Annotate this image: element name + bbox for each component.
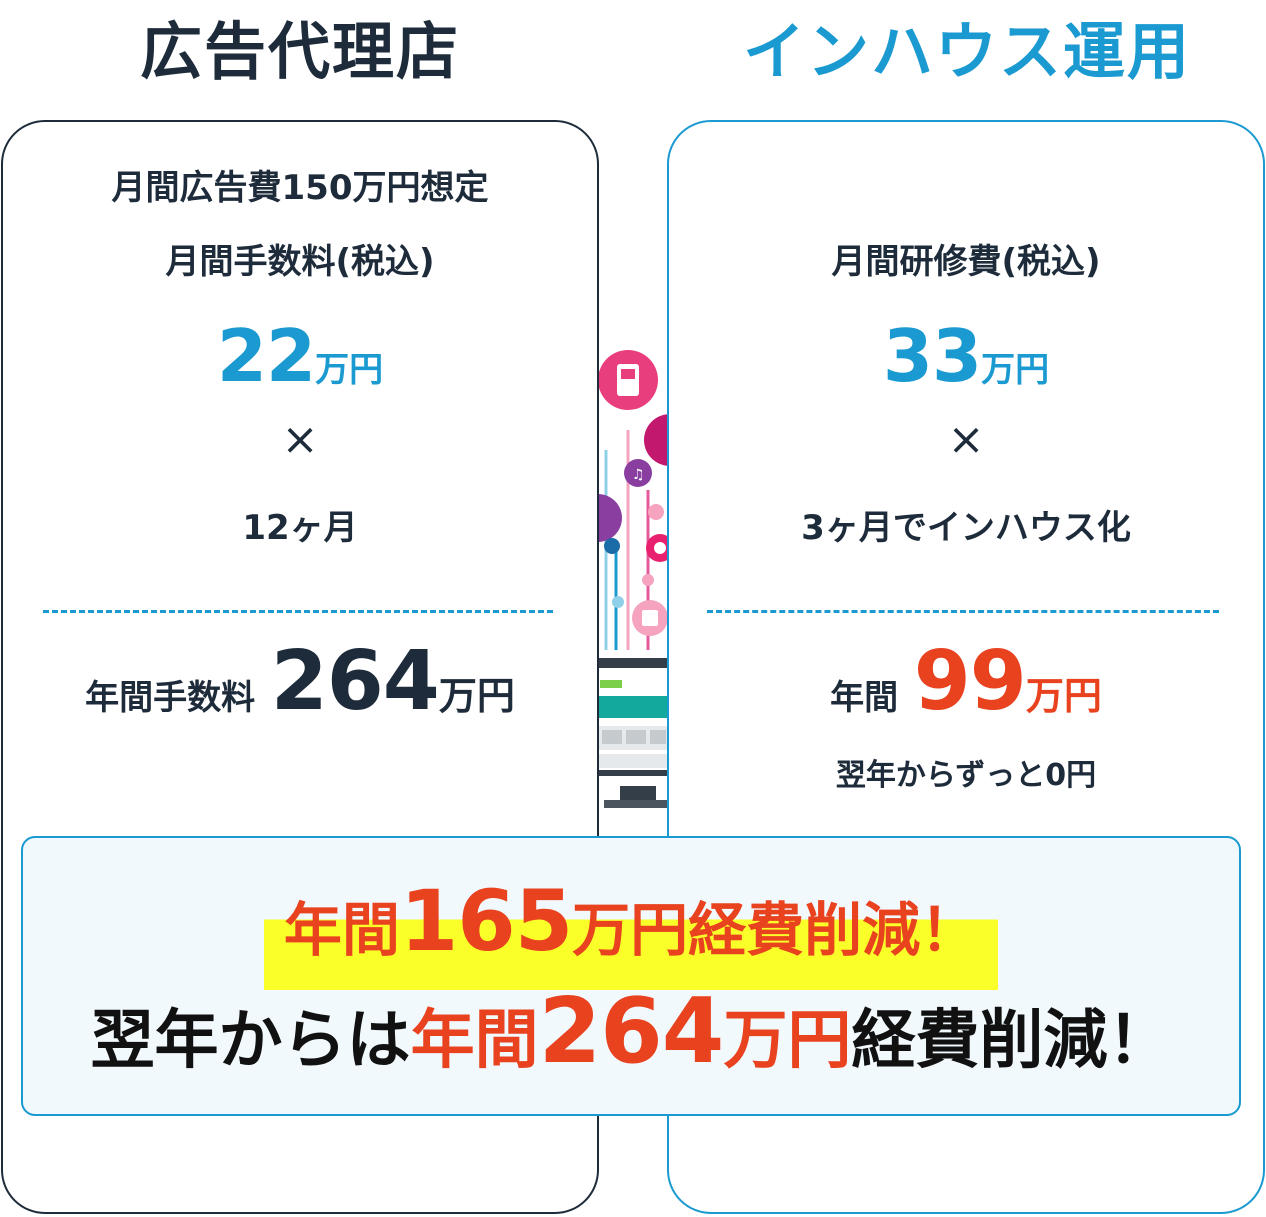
savings-line-1: 年間165万円経費削減！ xyxy=(23,876,1239,990)
savings-line-2-red-prefix: 年間 xyxy=(410,1004,539,1078)
svg-text:♫: ♫ xyxy=(632,467,645,483)
agency-annual-label: 年間手数料 xyxy=(85,678,256,718)
inhouse-note: 翌年からずっと0円 xyxy=(835,758,1097,793)
savings-highlight: 年間165万円経費削減！ xyxy=(263,876,999,990)
inhouse-annual-label: 年間 xyxy=(830,678,899,718)
inhouse-annual-unit: 万円 xyxy=(1025,674,1102,718)
savings-line-2-suffix: 経費削減！ xyxy=(851,1004,1172,1078)
agency-monthly-fee-label: 月間手数料(税込) xyxy=(165,242,435,282)
agency-monthly-fee: 22万円 xyxy=(3,314,597,398)
agency-months: 12ヶ月 xyxy=(242,508,358,548)
agency-heading: 広告代理店 xyxy=(139,15,460,88)
inhouse-heading: インハウス運用 xyxy=(742,15,1191,88)
inhouse-training-fee-label: 月間研修費(税込) xyxy=(831,242,1101,282)
savings-line-2-value: 264 xyxy=(538,979,725,1084)
savings-summary-box: 年間165万円経費削減！ 翌年からは年間264万円経費削減！ xyxy=(21,836,1241,1116)
savings-line-2-prefix: 翌年からは xyxy=(90,1004,411,1078)
agency-fee-value: 22 xyxy=(216,314,316,398)
savings-line-2-red-unit: 万円 xyxy=(723,1004,852,1078)
inhouse-annual-value: 99 xyxy=(913,634,1027,729)
marketing-illustration: ♫ xyxy=(598,340,668,820)
inhouse-annual-fee: 年間 99万円 xyxy=(669,634,1263,729)
savings-line-2: 翌年からは年間264万円経費削減！ xyxy=(23,982,1239,1107)
inhouse-divider xyxy=(707,610,1219,613)
savings-line-1-prefix: 年間 xyxy=(283,896,400,964)
agency-annual-fee: 年間手数料 264万円 xyxy=(3,634,597,729)
agency-annual-value: 264 xyxy=(270,634,440,729)
inhouse-months: 3ヶ月でインハウス化 xyxy=(801,508,1131,548)
savings-line-1-value: 165 xyxy=(399,872,573,970)
agency-annual-unit: 万円 xyxy=(438,674,515,718)
agency-ad-budget: 月間広告費150万円想定 xyxy=(111,168,489,208)
inhouse-times-sign: × xyxy=(947,414,985,465)
agency-divider xyxy=(43,610,553,613)
inhouse-fee-unit: 万円 xyxy=(981,350,1050,390)
agency-fee-unit: 万円 xyxy=(315,350,384,390)
inhouse-fee-value: 33 xyxy=(882,314,982,398)
savings-line-1-suffix: 万円経費削減！ xyxy=(572,896,979,964)
agency-times-sign: × xyxy=(281,414,319,465)
inhouse-monthly-fee: 33万円 xyxy=(669,314,1263,398)
